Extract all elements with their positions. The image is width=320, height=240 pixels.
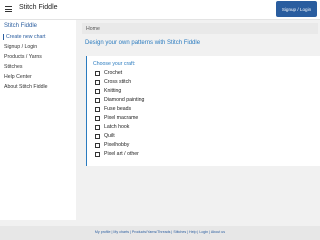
craft-selection-card: Choose your craft: Crochet Cross stitch … (86, 56, 320, 166)
checkbox[interactable] (95, 79, 100, 85)
craft-option-pixel-art-other[interactable]: Pixel art / other (95, 151, 139, 157)
checkbox[interactable] (95, 124, 100, 130)
top-bar: Stitch Fiddle Signup / Login (0, 0, 320, 20)
craft-option-pixel-macrame[interactable]: Pixel macrame (95, 115, 138, 121)
craft-option-quilt[interactable]: Quilt (95, 133, 115, 139)
page-title: Design your own patterns with Stitch Fid… (85, 40, 201, 46)
choose-craft-label: Choose your craft: (93, 61, 136, 67)
sidebar-item-about[interactable]: About Stitch Fiddle (4, 84, 48, 90)
breadcrumb-home[interactable]: Home (86, 26, 100, 32)
checkbox[interactable] (95, 97, 100, 103)
app-title[interactable]: Stitch Fiddle (19, 4, 58, 11)
checkbox[interactable] (95, 142, 100, 148)
checkbox[interactable] (95, 88, 100, 94)
sidebar: Stitch Fiddle Create new chart Signup / … (0, 20, 76, 220)
checkbox[interactable] (95, 70, 100, 76)
craft-option-latch-hook[interactable]: Latch hook (95, 124, 129, 130)
sidebar-item-stitches[interactable]: Stitches (4, 64, 22, 70)
signup-login-button[interactable]: Signup / Login (276, 1, 317, 17)
sidebar-item-create-new-chart[interactable]: Create new chart (3, 34, 46, 40)
checkbox[interactable] (95, 115, 100, 121)
sidebar-item-products-yarns[interactable]: Products / Yarns (4, 54, 42, 60)
craft-option-pixelhobby[interactable]: Pixelhobby (95, 142, 129, 148)
craft-option-cross-stitch[interactable]: Cross stitch (95, 79, 131, 85)
checkbox[interactable] (95, 106, 100, 112)
breadcrumb: Home (82, 23, 318, 34)
hamburger-icon[interactable] (5, 6, 12, 12)
footer-links[interactable]: My profile | My charts | Products/Yarns/… (0, 226, 320, 240)
craft-option-fuse-beads[interactable]: Fuse beads (95, 106, 131, 112)
craft-option-knitting[interactable]: Knitting (95, 88, 121, 94)
checkbox[interactable] (95, 133, 100, 139)
craft-option-diamond-painting[interactable]: Diamond painting (95, 97, 144, 103)
checkbox[interactable] (95, 151, 100, 157)
craft-option-crochet[interactable]: Crochet (95, 70, 122, 76)
sidebar-item-help-center[interactable]: Help Center (4, 74, 32, 80)
sidebar-item-signup-login[interactable]: Signup / Login (4, 44, 37, 50)
sidebar-brand[interactable]: Stitch Fiddle (4, 23, 37, 29)
